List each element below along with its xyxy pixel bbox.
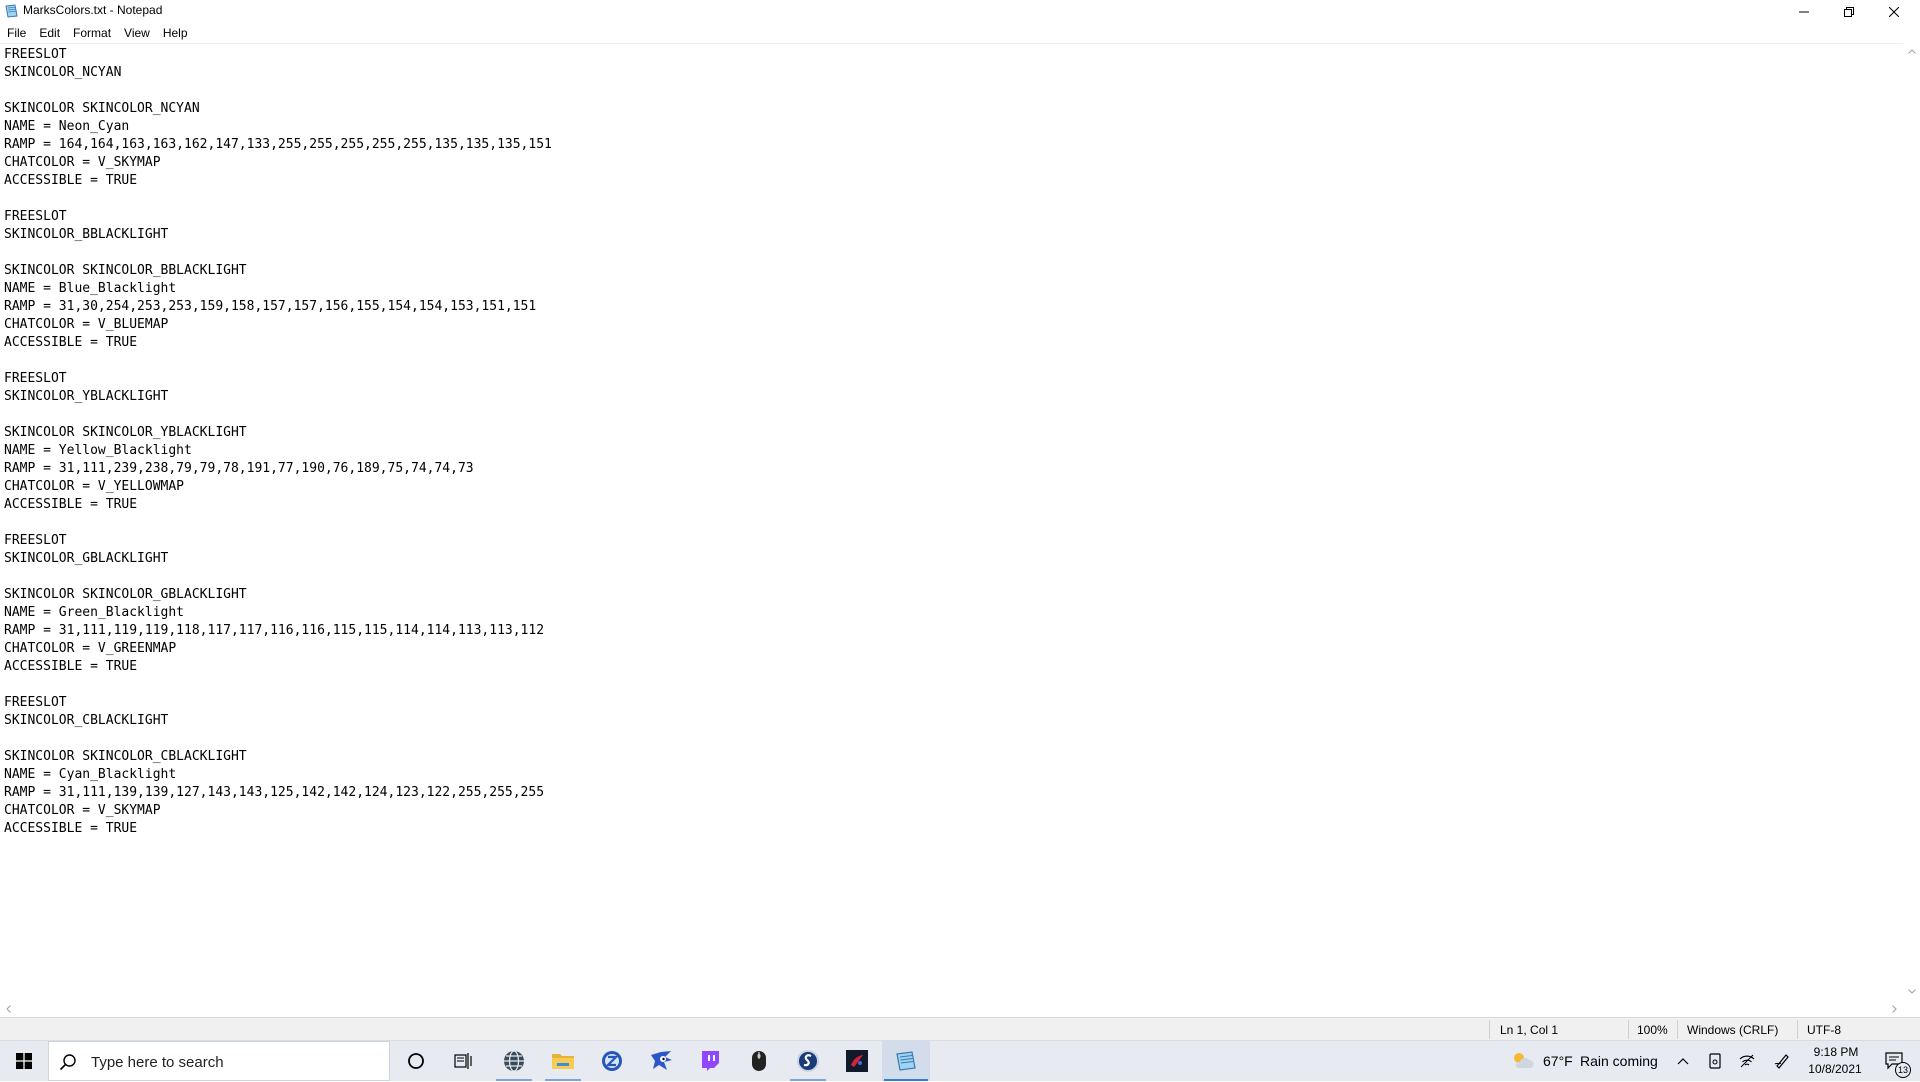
menu-file[interactable]: File (0, 24, 32, 43)
file-explorer-icon (552, 1054, 574, 1069)
srb2-icon (797, 1050, 819, 1072)
minimize-icon (1798, 11, 1809, 13)
status-divider (1797, 1020, 1798, 1039)
restore-icon (1843, 7, 1854, 17)
status-divider (1489, 1020, 1490, 1039)
pen-icon (1774, 1054, 1789, 1069)
status-divider (1677, 1020, 1678, 1039)
windows-logo-icon (16, 1053, 32, 1069)
search-icon (59, 1054, 76, 1071)
chevron-left-icon (6, 1004, 11, 1013)
chevron-down-icon (1907, 989, 1916, 994)
dark-app-icon (846, 1050, 868, 1072)
scroll-down-button[interactable] (1903, 983, 1920, 1000)
taskbar-search[interactable] (48, 1041, 390, 1082)
title-bar[interactable]: MarksColors.txt - Notepad (0, 0, 1920, 24)
search-input[interactable] (89, 1042, 388, 1082)
notepad-icon (5, 4, 18, 18)
taskbar: 67°F Rain coming 9:18 PM 10/8/2021 13 (0, 1040, 1920, 1082)
editor-content[interactable]: FREESLOT SKINCOLOR_NCYAN SKINCOLOR SKINC… (0, 44, 1903, 838)
zandronum-app[interactable] (588, 1041, 636, 1081)
file-explorer-app[interactable] (539, 1041, 587, 1081)
vertical-scrollbar[interactable] (1903, 43, 1920, 1000)
browser-app[interactable] (490, 1041, 538, 1081)
task-view-button[interactable] (440, 1041, 488, 1081)
show-hidden-icons-button[interactable] (1671, 1041, 1695, 1081)
notification-badge: 13 (1895, 1062, 1911, 1078)
network-tray-button[interactable] (1735, 1041, 1759, 1081)
mouse-app[interactable] (735, 1041, 783, 1081)
device-icon (1709, 1053, 1721, 1069)
zandronum-icon (602, 1051, 622, 1071)
twitch-app[interactable] (686, 1041, 734, 1081)
cortana-icon (408, 1053, 424, 1069)
encoding: UTF-8 (1807, 1023, 1841, 1037)
menu-edit[interactable]: Edit (32, 24, 66, 43)
status-bar: Ln 1, Col 1 100% Windows (CRLF) UTF-8 (0, 1017, 1920, 1041)
notepad-app[interactable] (882, 1041, 930, 1081)
dark-app[interactable] (833, 1041, 881, 1081)
zoom-level: 100% (1637, 1023, 1668, 1037)
sonic-game-icon (651, 1051, 672, 1070)
chevron-up-icon (1677, 1057, 1689, 1064)
wifi-icon (1739, 1054, 1755, 1068)
menu-help[interactable]: Help (156, 24, 194, 43)
menu-format[interactable]: Format (66, 24, 117, 43)
clock-date[interactable]: 10/8/2021 (1805, 1062, 1865, 1076)
sonic-game-app[interactable] (637, 1041, 685, 1081)
twitch-icon (702, 1051, 719, 1071)
scroll-right-button[interactable] (1886, 1000, 1903, 1017)
srb2-app[interactable] (784, 1041, 832, 1081)
cursor-position: Ln 1, Col 1 (1500, 1023, 1559, 1037)
notification-count: 13 (1897, 1065, 1908, 1075)
scroll-up-button[interactable] (1903, 43, 1920, 60)
weather-icon (1514, 1053, 1534, 1068)
mouse-icon (752, 1051, 766, 1071)
browser-globe-icon (504, 1050, 524, 1072)
line-ending: Windows (CRLF) (1687, 1023, 1779, 1037)
weather-condition[interactable]: Rain coming (1580, 1053, 1658, 1069)
status-divider (1628, 1020, 1629, 1039)
device-tray-button[interactable] (1703, 1041, 1727, 1081)
notification-center-button[interactable]: 13 (1874, 1041, 1918, 1081)
clock-time[interactable]: 9:18 PM (1808, 1045, 1864, 1059)
window-title: MarksColors.txt - Notepad (23, 3, 163, 17)
scroll-left-button[interactable] (0, 1000, 17, 1017)
chevron-right-icon (1892, 1004, 1897, 1013)
task-view-icon (454, 1053, 472, 1069)
menu-bar: File Edit Format View Help (0, 24, 1920, 43)
horizontal-scrollbar[interactable] (0, 1000, 1903, 1017)
menu-view[interactable]: View (117, 24, 156, 43)
notepad-icon (896, 1051, 916, 1071)
scroll-corner (1903, 1000, 1920, 1017)
close-icon (1888, 7, 1899, 17)
cortana-button[interactable] (392, 1041, 440, 1081)
restore-button[interactable] (1826, 0, 1871, 24)
minimize-button[interactable] (1781, 0, 1826, 24)
text-editor[interactable]: FREESLOT SKINCOLOR_NCYAN SKINCOLOR SKINC… (0, 43, 1903, 1001)
start-button[interactable] (0, 1041, 48, 1081)
weather-temperature[interactable]: 67°F (1543, 1053, 1573, 1069)
chevron-up-icon (1907, 49, 1916, 54)
pen-tray-button[interactable] (1770, 1041, 1794, 1081)
close-button[interactable] (1871, 0, 1916, 24)
